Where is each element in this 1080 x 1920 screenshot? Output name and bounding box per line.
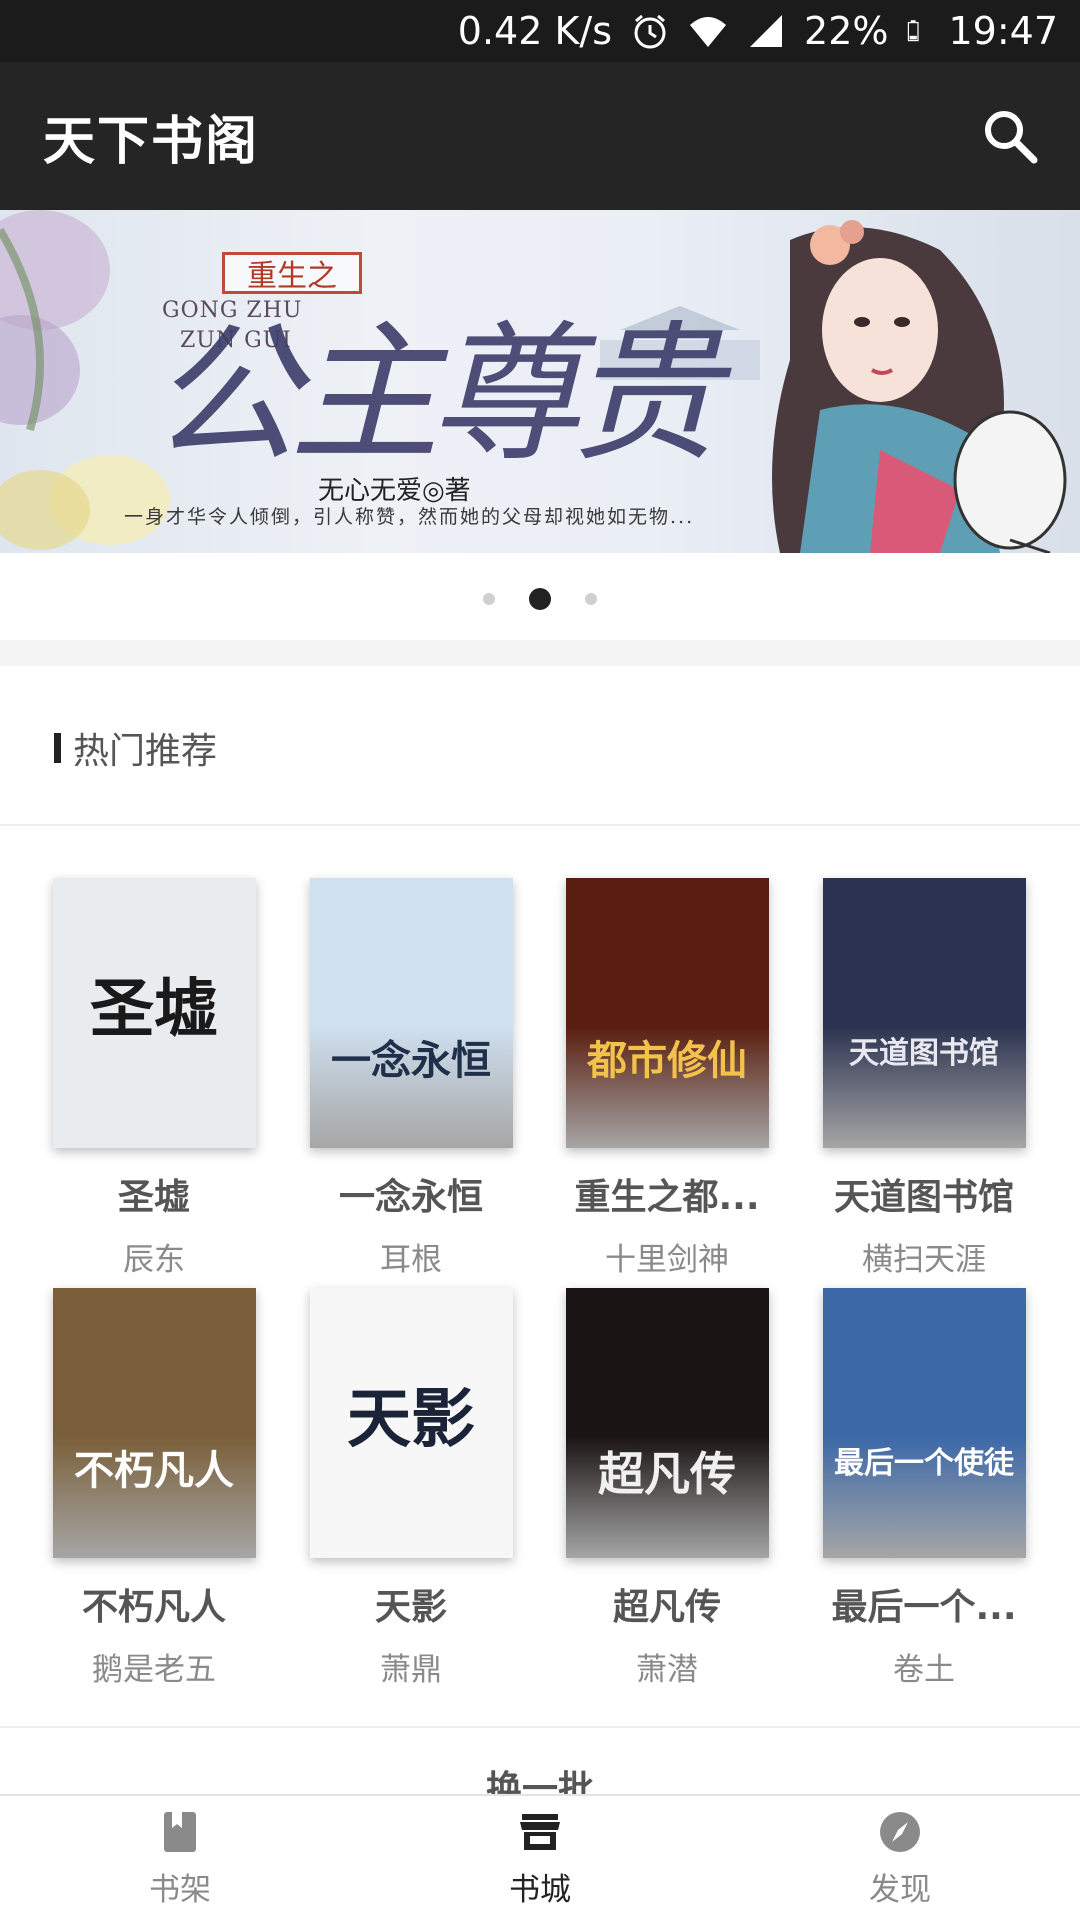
search-icon[interactable] [980,106,1040,166]
book-cover[interactable]: 最后一个使徒 [822,1288,1026,1558]
book-card[interactable]: 不朽凡人 不朽凡人 鹅是老五 [34,1288,274,1689]
book-title: 最后一个... [831,1587,1017,1628]
divider [0,1726,1080,1728]
book-cover-title: 超凡传 [598,1447,736,1501]
wifi-icon [690,17,727,47]
carousel-dot[interactable] [585,593,597,605]
status-bar: 0.42 K/s 22% 19:47 [0,0,1080,62]
book-cover-title: 最后一个使徒 [834,1446,1014,1481]
banner-tag: 重生之 [222,252,362,294]
carousel-dot-active[interactable] [529,588,551,610]
signal-icon [750,15,783,47]
nav-label: 书城 [509,1871,571,1908]
bottom-navigation: 书架 书城 发现 [0,1794,1080,1920]
book-title: 天道图书馆 [833,1177,1014,1218]
book-author: 耳根 [380,1242,442,1278]
book-title: 不朽凡人 [81,1587,226,1628]
app-bar: 天下书阁 [0,62,1080,210]
book-author: 十里剑神 [605,1242,729,1278]
book-cover-title: 天影 [347,1382,475,1457]
book-cover-title: 都市修仙 [587,1037,747,1084]
promo-banner[interactable]: 重生之 GONG ZHU ZUN GUI 公主尊贵 无心无爱◎著 一身才华令人倾… [0,210,1080,553]
book-cover-title: 天道图书馆 [849,1036,999,1071]
book-author: 鹅是老五 [92,1652,216,1688]
banner-tagline: 一身才华令人倾倒，引人称赞，然而她的父母却视她如无物... [124,506,695,528]
section-title: 热门推荐 [73,731,218,772]
book-cover[interactable]: 一念永恒 [309,878,513,1148]
section-header: 热门推荐 [54,720,217,776]
book-card[interactable]: 天影 天影 萧鼎 [291,1288,531,1689]
book-cover[interactable]: 天影 [309,1288,513,1558]
carousel-indicator [0,582,1080,616]
book-card[interactable]: 一念永恒 一念永恒 耳根 [291,878,531,1279]
section-marker [54,733,61,763]
book-title: 一念永恒 [338,1177,483,1218]
book-title: 天影 [374,1587,447,1628]
banner-title: 公主尊贵 [150,308,720,482]
app-title: 天下书阁 [43,111,260,172]
section-divider [0,640,1080,666]
book-card[interactable]: 超凡传 超凡传 萧潜 [547,1288,787,1689]
bookshelf-icon [164,1811,196,1852]
book-cover[interactable]: 超凡传 [565,1288,769,1558]
battery-icon [908,20,920,42]
carousel-dot[interactable] [483,593,495,605]
book-cover-title: 不朽凡人 [74,1447,234,1494]
nav-label: 书架 [149,1871,211,1908]
book-card[interactable]: 圣墟 圣墟 辰东 [34,878,274,1279]
book-title: 圣墟 [117,1177,190,1218]
book-author: 卷土 [893,1652,955,1688]
battery-percent: 22% [804,9,889,53]
book-author: 横扫天涯 [862,1242,986,1278]
nav-item-discover[interactable]: 发现 [720,1796,1080,1920]
clock: 19:47 [948,9,1058,53]
nav-item-bookshelf[interactable]: 书架 [0,1796,360,1920]
book-cover[interactable]: 都市修仙 [565,878,769,1148]
book-card[interactable]: 天道图书馆 天道图书馆 横扫天涯 [804,878,1044,1279]
compass-icon [880,1811,920,1852]
nav-label: 发现 [869,1871,931,1908]
book-card[interactable]: 最后一个使徒最后一个... 卷土 [804,1288,1044,1689]
network-speed: 0.42 K/s [457,9,613,53]
divider [0,824,1080,826]
book-author: 萧潜 [636,1652,698,1688]
nav-item-store[interactable]: 书城 [360,1796,720,1920]
alarm-icon [634,14,666,49]
book-cover-title: 圣墟 [90,972,218,1047]
store-icon [520,1813,560,1850]
book-title: 超凡传 [612,1587,721,1628]
book-author: 辰东 [123,1242,185,1278]
book-cover[interactable]: 天道图书馆 [822,878,1026,1148]
book-title: 重生之都... [574,1177,760,1218]
book-cover[interactable]: 圣墟 [52,878,256,1148]
book-card[interactable]: 都市修仙重生之都... 十里剑神 [547,878,787,1279]
book-cover-title: 一念永恒 [331,1037,491,1084]
book-author: 萧鼎 [380,1652,442,1688]
screen: 0.42 K/s 22% 19:47 天下书阁 重生之 GONG ZHU ZUN… [0,0,1080,1920]
book-cover[interactable]: 不朽凡人 [52,1288,256,1558]
